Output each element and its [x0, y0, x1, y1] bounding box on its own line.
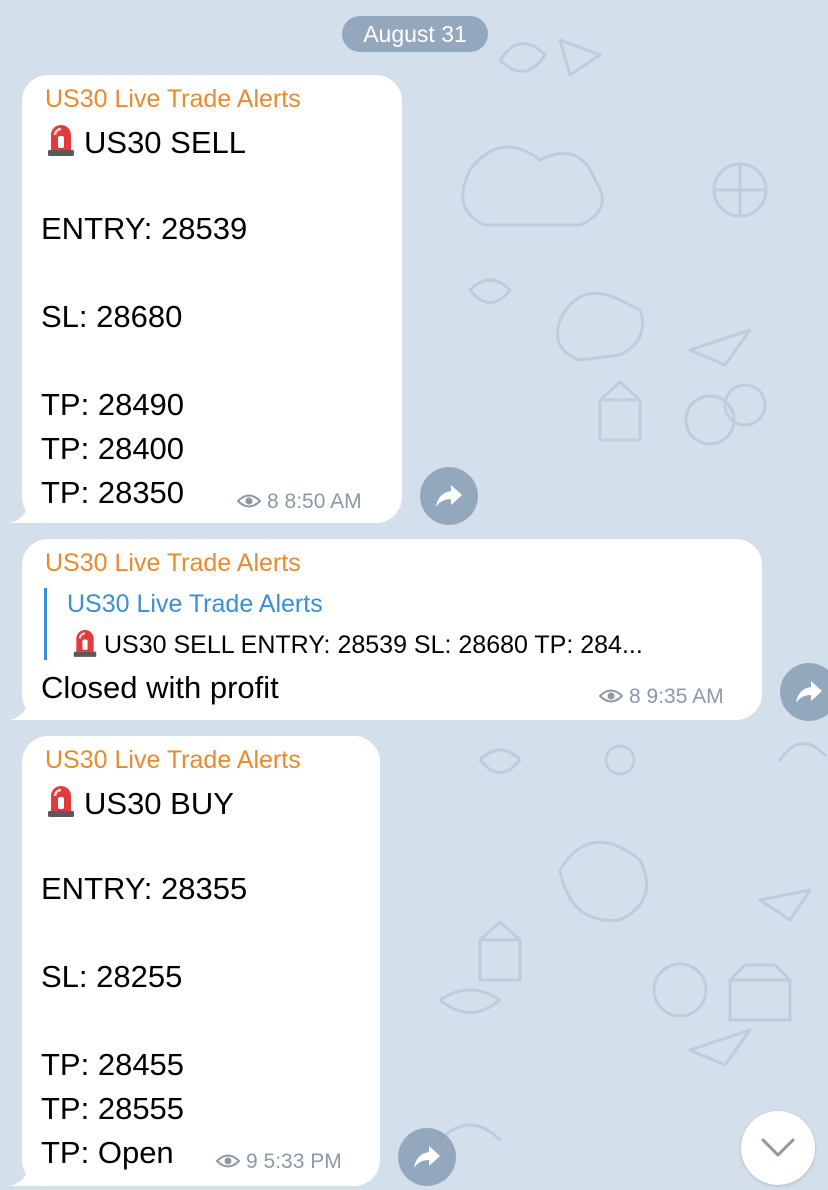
bubble-tail: [10, 493, 44, 523]
message-line: TP: 28400: [41, 431, 185, 466]
message-line: ENTRY: 28355: [41, 871, 248, 906]
message-line: US30 BUY: [46, 784, 234, 822]
chevron-down-icon: [761, 1138, 795, 1157]
reply-sender: US30 Live Trade Alerts: [67, 590, 323, 618]
bubble-tail: [10, 690, 44, 720]
eye-icon: [599, 689, 623, 703]
message-bubble[interactable]: US30 Live Trade Alerts US30 SELL ENTRY: …: [10, 75, 402, 523]
message-line: Closed with profit: [41, 670, 279, 705]
message-line: SL: 28680: [41, 299, 183, 334]
message-time: 9:35 AM: [646, 685, 724, 708]
share-arrow-icon: [436, 485, 462, 507]
message-meta: 8 9:35 AM: [599, 684, 724, 710]
message-line: US30 SELL: [46, 123, 246, 161]
sender-name[interactable]: US30 Live Trade Alerts: [45, 549, 301, 578]
share-button[interactable]: [398, 1128, 456, 1186]
sender-name[interactable]: US30 Live Trade Alerts: [45, 746, 301, 775]
sender-name[interactable]: US30 Live Trade Alerts: [45, 85, 301, 114]
message-line: TP: 28555: [41, 1091, 185, 1126]
view-count: 8: [629, 685, 641, 708]
eye-icon: [237, 494, 261, 508]
message-meta: 8 8:50 AM: [237, 489, 362, 515]
message-line: TP: 28455: [41, 1047, 185, 1082]
scroll-to-bottom-button[interactable]: [741, 1111, 815, 1185]
view-count: 8: [267, 490, 279, 513]
share-button[interactable]: [420, 467, 478, 525]
message-line: TP: Open: [41, 1135, 174, 1170]
share-button[interactable]: [780, 663, 828, 721]
reply-quote[interactable]: US30 Live Trade Alerts US30 SELL ENTRY: …: [44, 588, 747, 660]
message-line: SL: 28255: [41, 959, 183, 994]
reply-text: US30 SELL ENTRY: 28539 SL: 28680 TP: 284…: [72, 628, 643, 660]
message-line: TP: 28350: [41, 475, 185, 510]
message-bubble[interactable]: US30 Live Trade Alerts US30 BUY ENTRY: 2…: [10, 736, 380, 1186]
date-separator: August 31: [342, 16, 488, 52]
message-line: TP: 28490: [41, 387, 185, 422]
siren-emoji-icon: [48, 125, 74, 156]
message-meta: 9 5:33 PM: [216, 1149, 342, 1175]
share-arrow-icon: [796, 681, 822, 703]
eye-icon: [216, 1154, 240, 1168]
message-line: ENTRY: 28539: [41, 211, 248, 246]
bubble-tail: [10, 1156, 44, 1186]
siren-emoji-icon: [73, 630, 97, 657]
siren-emoji-icon: [48, 786, 74, 817]
message-time: 8:50 AM: [284, 490, 362, 513]
message-time: 5:33 PM: [263, 1150, 342, 1173]
view-count: 9: [246, 1150, 258, 1173]
share-arrow-icon: [414, 1146, 440, 1168]
